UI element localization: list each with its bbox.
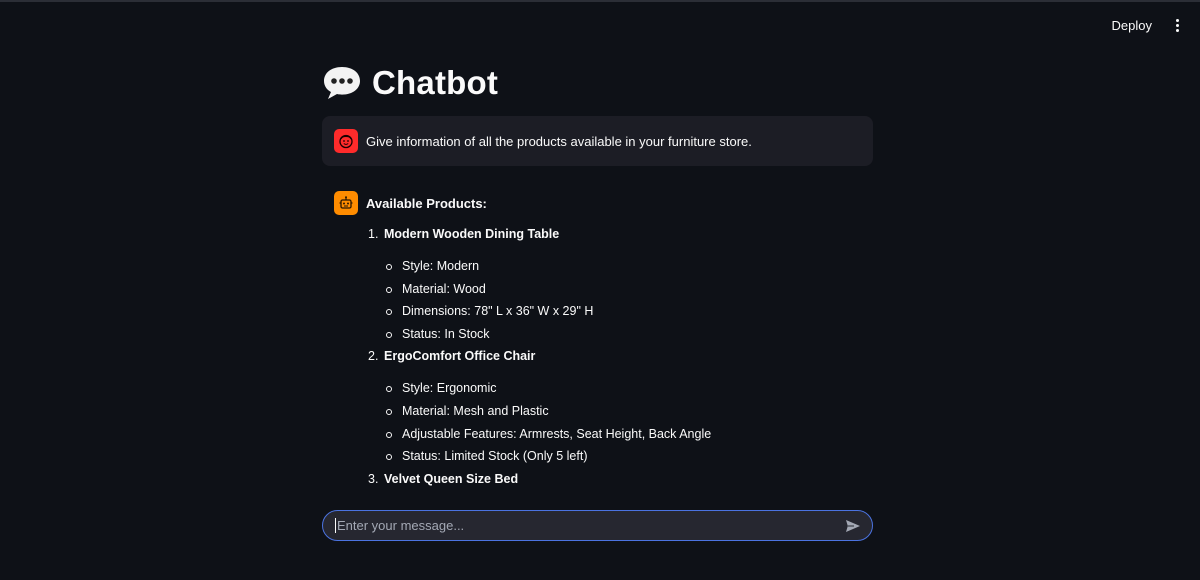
- robot-icon: [334, 191, 358, 215]
- spec-item: Material: Wood: [384, 278, 873, 301]
- product-name: ErgoComfort Office Chair: [384, 349, 536, 364]
- spec-item: Style: Modern: [384, 255, 873, 278]
- product-number: 2.: [368, 349, 379, 364]
- product-name: Velvet Queen Size Bed: [384, 471, 519, 486]
- chat-message-input[interactable]: [335, 518, 842, 533]
- chat-input-box: [322, 510, 873, 541]
- spec-item: Adjustable Features: Armrests, Seat Heig…: [384, 423, 873, 446]
- spec-item: Dimensions: 78" L x 36" W x 29" H: [384, 300, 873, 323]
- product-specs: Style: Ergonomic Material: Mesh and Plas…: [384, 377, 873, 467]
- assistant-message: Available Products: 1. Modern Wooden Din…: [322, 191, 873, 490]
- product-specs: Style: Modern Material: Wood Dimensions:…: [384, 255, 873, 345]
- product-name: Modern Wooden Dining Table: [384, 227, 560, 241]
- spec-item: Status: Limited Stock (Only 5 left): [384, 445, 873, 468]
- product-list: 1. Modern Wooden Dining Table Style: Mod…: [322, 223, 873, 490]
- page-header: Chatbot: [322, 55, 873, 111]
- main-content: Chatbot Give information of all the prod…: [322, 55, 873, 486]
- spec-item: Status: In Stock: [384, 323, 873, 346]
- spec-item: Material: Mesh and Plastic: [384, 400, 873, 423]
- list-item: 3. Velvet Queen Size Bed: [322, 468, 873, 490]
- user-face-icon: [334, 129, 358, 153]
- assistant-heading: Available Products:: [366, 195, 487, 211]
- top-divider: [0, 0, 1200, 2]
- speech-bubble-icon: [322, 64, 362, 102]
- send-icon[interactable]: [842, 515, 864, 537]
- product-number: 3.: [368, 471, 379, 486]
- user-message-text: Give information of all the products ava…: [366, 133, 752, 149]
- page-title: Chatbot: [372, 64, 499, 101]
- assistant-message-header: Available Products:: [322, 191, 873, 215]
- product-number: 1.: [368, 227, 379, 241]
- list-item: 1. Modern Wooden Dining Table Style: Mod…: [322, 223, 873, 345]
- app-toolbar: Deploy: [1108, 14, 1184, 37]
- user-message: Give information of all the products ava…: [322, 116, 873, 166]
- list-item: 2. ErgoComfort Office Chair Style: Ergon…: [322, 345, 873, 467]
- spec-item: Style: Ergonomic: [384, 377, 873, 400]
- more-vertical-icon[interactable]: [1170, 16, 1184, 36]
- deploy-button[interactable]: Deploy: [1108, 14, 1156, 37]
